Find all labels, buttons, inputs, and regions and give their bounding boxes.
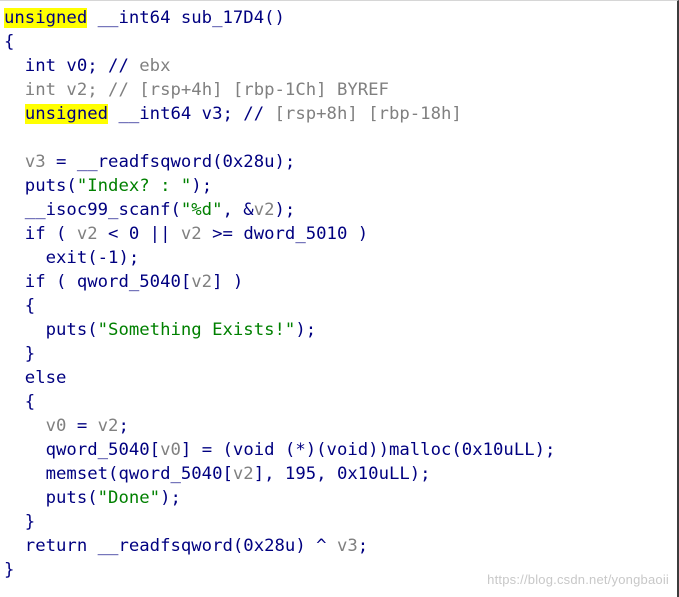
code-token[interactable]: qword_5040[	[4, 440, 160, 460]
code-token[interactable]: ebx	[139, 56, 170, 76]
pseudocode-view[interactable]: unsigned __int64 sub_17D4(){ int v0; // …	[0, 0, 679, 597]
code-token[interactable]: );	[191, 176, 212, 196]
code-token[interactable]: int v2; //	[4, 80, 139, 100]
code-line[interactable]: unsigned __int64 v3; // [rsp+8h] [rbp-18…	[4, 102, 555, 126]
code-token[interactable]: __int64 sub_17D4()	[87, 8, 285, 28]
code-token[interactable]	[4, 416, 46, 436]
code-token[interactable]: exit(-1);	[4, 248, 140, 268]
code-token[interactable]: ] )	[212, 272, 243, 292]
code-token[interactable]: >= dword_5010 )	[202, 224, 368, 244]
highlighted-token[interactable]: unsigned	[24, 104, 109, 124]
code-token[interactable]: ;	[358, 536, 368, 556]
code-listing[interactable]: unsigned __int64 sub_17D4(){ int v0; // …	[4, 6, 555, 582]
code-token[interactable]: "Index? : "	[77, 176, 191, 196]
code-token[interactable]: v2	[98, 416, 119, 436]
code-token[interactable]: puts(	[4, 176, 77, 196]
code-token[interactable]: v3	[25, 152, 46, 172]
code-line[interactable]: v0 = v2;	[4, 414, 555, 438]
code-line[interactable]: puts("Done");	[4, 486, 555, 510]
code-token[interactable]: );	[275, 200, 296, 220]
code-line[interactable]: {	[4, 390, 555, 414]
code-line[interactable]: puts("Index? : ");	[4, 174, 555, 198]
code-token[interactable]: ;	[118, 416, 128, 436]
code-line[interactable]: qword_5040[v0] = (void (*)(void))malloc(…	[4, 438, 556, 462]
code-line[interactable]: __isoc99_scanf("%d", &v2);	[4, 198, 555, 222]
code-line[interactable]: }	[4, 342, 555, 366]
code-line[interactable]: else	[4, 366, 555, 390]
code-token[interactable]: v2	[191, 272, 212, 292]
code-token[interactable]: __isoc99_scanf(	[4, 200, 181, 220]
code-line[interactable]: }	[4, 510, 555, 534]
code-line[interactable]: int v0; // ebx	[4, 54, 555, 78]
code-token[interactable]: "%d"	[181, 200, 223, 220]
code-token[interactable]: memset(qword_5040[	[4, 464, 233, 484]
code-token[interactable]: v0	[160, 440, 181, 460]
code-token[interactable]: "Something Exists!"	[98, 320, 296, 340]
code-token[interactable]: "Done"	[98, 488, 160, 508]
code-token[interactable]: v2	[77, 224, 98, 244]
code-token[interactable]: else	[4, 368, 67, 388]
code-line[interactable]: if ( qword_5040[v2] )	[4, 270, 555, 294]
code-token[interactable]: =	[66, 416, 97, 436]
code-token[interactable]: int v0; //	[4, 56, 139, 76]
code-line[interactable]: unsigned __int64 sub_17D4()	[4, 6, 555, 30]
code-line[interactable]: puts("Something Exists!");	[4, 318, 555, 342]
code-token[interactable]: ], 195, 0x10uLL);	[254, 464, 431, 484]
code-token[interactable]: < 0 ||	[98, 224, 181, 244]
code-token[interactable]: puts(	[4, 488, 98, 508]
code-token[interactable]: puts(	[4, 320, 98, 340]
code-line[interactable]: return __readfsqword(0x28u) ^ v3;	[4, 534, 555, 558]
code-token[interactable]: v2	[254, 200, 275, 220]
highlighted-token[interactable]: unsigned	[4, 8, 88, 28]
code-token[interactable]: }	[4, 560, 14, 580]
code-token[interactable]	[4, 104, 25, 124]
code-line[interactable]: v3 = __readfsqword(0x28u);	[4, 150, 555, 174]
code-token[interactable]: v0	[46, 416, 67, 436]
code-token[interactable]: );	[295, 320, 316, 340]
code-token[interactable]: {	[4, 296, 35, 316]
code-token[interactable]: = __readfsqword(0x28u);	[46, 152, 295, 172]
code-token[interactable]: v3	[337, 536, 358, 556]
code-token[interactable]: [rsp+8h] [rbp-18h]	[275, 104, 462, 124]
code-token[interactable]: if ( qword_5040[	[4, 272, 191, 292]
code-line[interactable]: }	[4, 558, 555, 582]
code-line[interactable]: {	[4, 294, 555, 318]
code-line[interactable]: memset(qword_5040[v2], 195, 0x10uLL);	[4, 462, 555, 486]
watermark-text: https://blog.csdn.net/yongbaoii	[487, 572, 669, 587]
code-token[interactable]: if (	[4, 224, 77, 244]
code-token[interactable]: __int64 v3; //	[108, 104, 274, 124]
code-token[interactable]: v2	[233, 464, 254, 484]
code-token[interactable]: [rsp+4h] [rbp-1Ch] BYREF	[139, 80, 389, 100]
code-token[interactable]: return __readfsqword(0x28u) ^	[4, 536, 337, 556]
code-token[interactable]: }	[4, 512, 35, 532]
code-line[interactable]: exit(-1);	[4, 246, 555, 270]
code-token[interactable]	[4, 152, 25, 172]
code-token[interactable]: v2	[181, 224, 202, 244]
code-token[interactable]: , &	[223, 200, 254, 220]
code-token[interactable]: {	[4, 32, 14, 52]
code-line[interactable]: {	[4, 30, 555, 54]
code-token[interactable]: }	[4, 344, 35, 364]
code-token[interactable]: ] = (void (*)(void))malloc(0x10uLL);	[181, 440, 556, 460]
code-line[interactable]: if ( v2 < 0 || v2 >= dword_5010 )	[4, 222, 555, 246]
code-line[interactable]: int v2; // [rsp+4h] [rbp-1Ch] BYREF	[4, 78, 555, 102]
code-token[interactable]: );	[160, 488, 181, 508]
code-token[interactable]: {	[4, 392, 35, 412]
code-line[interactable]	[4, 126, 555, 150]
